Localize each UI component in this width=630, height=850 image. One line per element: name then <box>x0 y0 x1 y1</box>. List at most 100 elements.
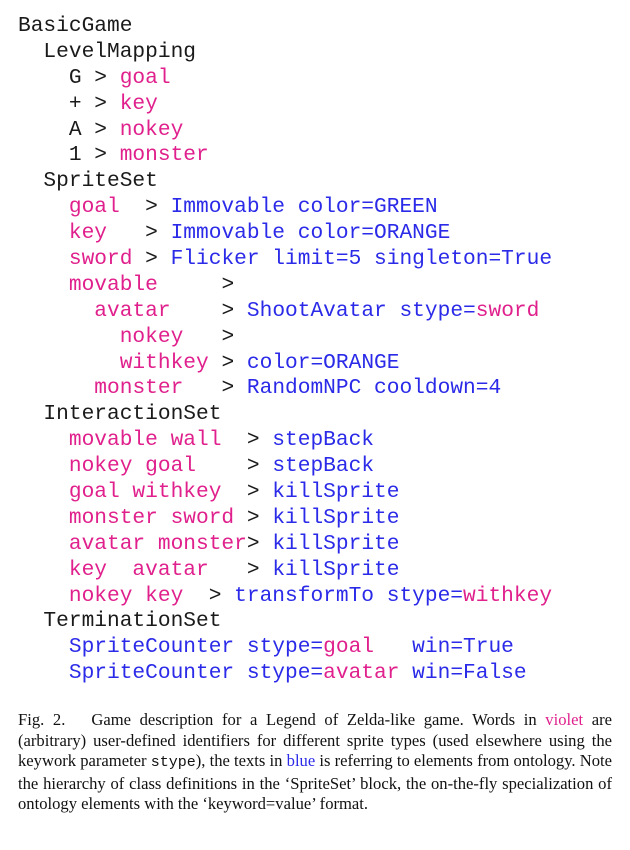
ontology-term: stepBack <box>272 454 375 479</box>
code-line: SpriteCounter stype=avatar win=False <box>18 661 552 687</box>
code-text: > <box>221 480 273 505</box>
user-identifier: avatar <box>323 661 400 686</box>
code-line: withkey > color=ORANGE <box>18 351 552 377</box>
code-text: 1 > <box>18 143 120 168</box>
ontology-term: Immovable color=ORANGE <box>170 221 451 246</box>
user-identifier: key avatar <box>68 557 209 582</box>
code-line: key > Immovable color=ORANGE <box>18 221 552 247</box>
ontology-term: stepBack <box>272 428 375 453</box>
ontology-term: ShootAvatar stype= <box>246 298 476 323</box>
code-line: G > goal <box>18 66 552 92</box>
user-identifier: withkey <box>463 583 553 608</box>
code-text: TerminationSet <box>18 609 222 634</box>
figure-label: Fig. 2. <box>18 710 66 729</box>
code-line: + > key <box>18 92 552 118</box>
code-text: > <box>183 376 247 401</box>
code-text: > <box>221 428 273 453</box>
code-line: LevelMapping <box>18 40 552 66</box>
code-line: goal > Immovable color=GREEN <box>18 195 552 221</box>
caption-code-word: stype <box>150 754 196 772</box>
user-identifier: sword <box>475 298 540 323</box>
user-identifier: avatar monster <box>68 531 247 556</box>
code-text: > <box>183 583 235 608</box>
user-identifier: goal <box>68 195 120 220</box>
code-line: nokey key > transformTo stype=withkey <box>18 584 552 610</box>
ontology-term: SpriteCounter stype= <box>68 635 324 660</box>
ontology-term: killSprite <box>272 557 400 582</box>
code-text: > <box>119 195 171 220</box>
ontology-term: Immovable color=GREEN <box>170 195 438 220</box>
user-identifier: avatar <box>94 298 171 323</box>
code-text: > <box>132 247 171 272</box>
ontology-term: killSprite <box>272 531 400 556</box>
user-identifier: movable <box>68 272 158 297</box>
code-text: > <box>157 272 235 297</box>
code-line: A > nokey <box>18 118 552 144</box>
code-text: > <box>107 221 171 246</box>
caption-blue-word: blue <box>286 751 316 771</box>
user-identifier: movable wall <box>68 428 222 453</box>
user-identifier: monster <box>119 143 209 168</box>
code-text: > <box>208 557 273 582</box>
user-identifier: nokey goal <box>68 454 197 479</box>
caption-violet-word: violet <box>545 710 584 729</box>
user-identifier: key <box>68 221 108 246</box>
code-line: sword > Flicker limit=5 singleton=True <box>18 247 552 273</box>
code-text: InteractionSet <box>18 402 222 427</box>
code-line: TerminationSet <box>18 609 552 635</box>
code-text: + > <box>18 91 120 116</box>
user-identifier: monster sword <box>68 505 235 530</box>
ontology-term: win=False <box>412 661 527 686</box>
user-identifier: nokey key <box>68 583 184 608</box>
user-identifier: withkey <box>119 350 209 375</box>
user-identifier: goal withkey <box>68 480 222 505</box>
code-text: G > <box>18 65 120 90</box>
figure-caption: Fig. 2. Game description for a Legend of… <box>18 710 612 815</box>
code-text: > <box>196 454 273 479</box>
code-line: monster > RandomNPC cooldown=4 <box>18 376 552 402</box>
code-line: avatar monster> killSprite <box>18 532 552 558</box>
code-line: movable wall > stepBack <box>18 428 552 454</box>
code-line: nokey > <box>18 325 552 351</box>
ontology-term: Flicker limit=5 singleton=True <box>170 247 553 272</box>
ontology-term: RandomNPC cooldown=4 <box>246 376 502 401</box>
user-identifier: goal <box>119 65 171 90</box>
code-line: movable > <box>18 273 552 299</box>
code-text: BasicGame <box>18 14 133 38</box>
code-text: > <box>170 298 247 323</box>
code-text: > <box>208 350 247 375</box>
code-line: avatar > ShootAvatar stype=sword <box>18 299 552 325</box>
code-line: BasicGame <box>18 14 552 40</box>
user-identifier: key <box>119 91 158 116</box>
code-line: SpriteSet <box>18 169 552 195</box>
caption-text: ), the texts in <box>195 751 287 771</box>
user-identifier: sword <box>68 247 133 272</box>
code-line: goal withkey > killSprite <box>18 480 552 506</box>
user-identifier: nokey <box>119 117 184 142</box>
ontology-term: SpriteCounter stype= <box>68 661 324 686</box>
ontology-term: win=True <box>412 635 514 660</box>
code-text: A > <box>18 117 120 142</box>
code-text: > <box>234 505 273 530</box>
user-identifier: nokey <box>119 324 184 349</box>
code-line: monster sword > killSprite <box>18 506 552 532</box>
code-line: InteractionSet <box>18 402 552 428</box>
